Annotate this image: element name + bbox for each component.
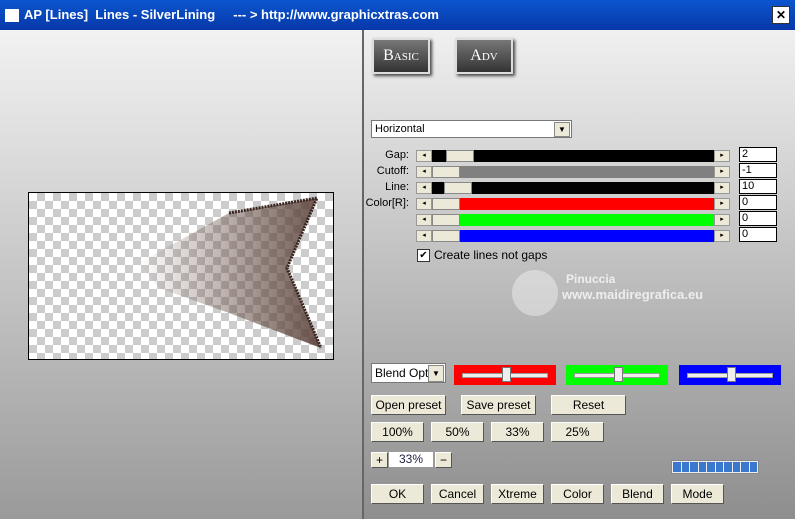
- slider-left-arrow-icon[interactable]: ◂: [416, 214, 432, 226]
- blend-button[interactable]: Blend: [611, 484, 664, 504]
- slider-thumb[interactable]: [432, 230, 460, 242]
- slider-track[interactable]: [432, 214, 714, 226]
- slider-right-arrow-icon[interactable]: ▸: [714, 230, 730, 242]
- slider-label: Gap:: [385, 149, 409, 161]
- open-preset-button[interactable]: Open preset: [371, 395, 446, 415]
- blend-red-slider[interactable]: [454, 365, 556, 385]
- zoom-50-button[interactable]: 50%: [431, 422, 484, 442]
- progress-segment: [707, 462, 715, 472]
- progress-segment: [732, 462, 740, 472]
- zoom-level-field[interactable]: 33%: [389, 452, 433, 467]
- slider-track[interactable]: [432, 198, 714, 210]
- progress-segment: [741, 462, 749, 472]
- slider-thumb[interactable]: [446, 150, 474, 162]
- watermark-name: Pinuccia: [566, 272, 616, 286]
- progress-segment: [681, 462, 689, 472]
- progress-segment: [724, 462, 732, 472]
- chevron-down-icon[interactable]: ▼: [554, 122, 570, 137]
- slider-value-field[interactable]: 0: [739, 227, 777, 242]
- slider-thumb[interactable]: [432, 214, 460, 226]
- slider-right-arrow-icon[interactable]: ▸: [714, 214, 730, 226]
- zoom-in-button[interactable]: +: [371, 452, 388, 468]
- create-lines-label: Create lines not gaps: [434, 248, 548, 262]
- slider-label: Color[R]:: [365, 197, 409, 209]
- slider-track[interactable]: [432, 182, 714, 194]
- chevron-down-icon[interactable]: ▼: [428, 365, 444, 382]
- preview-artwork: [139, 196, 323, 349]
- slider-track[interactable]: [432, 230, 714, 242]
- progress-segment: [698, 462, 706, 472]
- slider-track[interactable]: [432, 166, 714, 178]
- slider-label: Cutoff:: [376, 165, 409, 177]
- cancel-button[interactable]: Cancel: [431, 484, 484, 504]
- window-title: AP [Lines] Lines - SilverLining --- > ht…: [24, 7, 439, 22]
- create-lines-checkbox[interactable]: ✔: [417, 249, 430, 262]
- slider-value-field[interactable]: -1: [739, 163, 777, 178]
- zoom-33-button[interactable]: 33%: [491, 422, 544, 442]
- slider-value-field[interactable]: 0: [739, 211, 777, 226]
- zoom-out-button[interactable]: −: [435, 452, 452, 468]
- zoom-100-button[interactable]: 100%: [371, 422, 424, 442]
- slider-right-arrow-icon[interactable]: ▸: [714, 198, 730, 210]
- blend-green-slider[interactable]: [566, 365, 668, 385]
- slider-left-arrow-icon[interactable]: ◂: [416, 150, 432, 162]
- tab-basic[interactable]: Basic: [372, 38, 430, 74]
- slider-value-field[interactable]: 10: [739, 179, 777, 194]
- blend-select[interactable]: Blend Opti ▼: [371, 363, 446, 383]
- zoom-25-button[interactable]: 25%: [551, 422, 604, 442]
- close-button[interactable]: ✕: [772, 6, 790, 24]
- color-button[interactable]: Color: [551, 484, 604, 504]
- slider-left-arrow-icon[interactable]: ◂: [416, 182, 432, 194]
- save-preset-button[interactable]: Save preset: [461, 395, 536, 415]
- mode-button[interactable]: Mode: [671, 484, 724, 504]
- blend-value: Blend Opti: [375, 366, 432, 380]
- preview-image[interactable]: [28, 192, 334, 360]
- reset-button[interactable]: Reset: [551, 395, 626, 415]
- watermark-url: www.maidiregrafica.eu: [562, 287, 704, 302]
- ok-button[interactable]: OK: [371, 484, 424, 504]
- tab-adv[interactable]: Adv: [455, 38, 513, 74]
- title-bar: AP [Lines] Lines - SilverLining --- > ht…: [0, 0, 795, 30]
- progress-segment: [749, 462, 757, 472]
- xtreme-button[interactable]: Xtreme: [491, 484, 544, 504]
- slider-right-arrow-icon[interactable]: ▸: [714, 150, 730, 162]
- slider-right-arrow-icon[interactable]: ▸: [714, 182, 730, 194]
- slider-value-field[interactable]: 2: [739, 147, 777, 162]
- slider-label: Line:: [385, 181, 409, 193]
- slider-thumb[interactable]: [444, 182, 472, 194]
- slider-thumb[interactable]: [432, 166, 460, 178]
- heart-logo-icon: [512, 270, 558, 316]
- slider-left-arrow-icon[interactable]: ◂: [416, 198, 432, 210]
- slider-left-arrow-icon[interactable]: ◂: [416, 166, 432, 178]
- preview-panel: [0, 30, 364, 519]
- progress-segment: [715, 462, 723, 472]
- slider-track[interactable]: [432, 150, 714, 162]
- window-icon: [5, 9, 19, 22]
- progress-bar: [671, 460, 759, 474]
- direction-value: Horizontal: [375, 123, 425, 135]
- progress-segment: [690, 462, 698, 472]
- direction-select[interactable]: Horizontal ▼: [371, 120, 572, 138]
- slider-left-arrow-icon[interactable]: ◂: [416, 230, 432, 242]
- slider-thumb[interactable]: [432, 198, 460, 210]
- blend-blue-slider[interactable]: [679, 365, 781, 385]
- slider-right-arrow-icon[interactable]: ▸: [714, 166, 730, 178]
- progress-segment: [673, 462, 681, 472]
- slider-value-field[interactable]: 0: [739, 195, 777, 210]
